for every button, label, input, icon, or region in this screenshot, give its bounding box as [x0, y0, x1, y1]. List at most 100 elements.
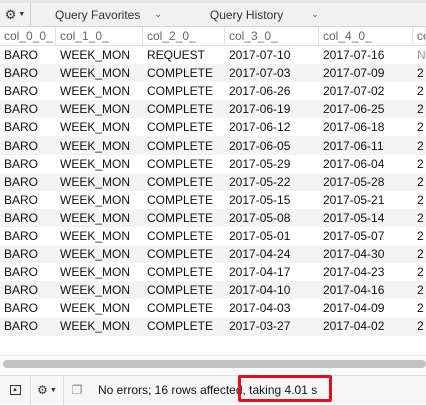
table-cell[interactable]: 2017-04-30 — [319, 247, 413, 261]
table-cell[interactable]: BARO — [0, 175, 56, 189]
table-cell[interactable]: 2 — [413, 175, 426, 189]
table-cell[interactable]: 2017-03-27 — [225, 319, 319, 333]
column-header-4[interactable]: col_4_0_ — [319, 27, 413, 45]
table-row[interactable]: BARO WEEK_MON COMPLETE 2017-06-26 2017-07-02… — [0, 82, 426, 100]
table-row[interactable]: BARO WEEK_MON COMPLETE 2017-04-10 2017-04-16… — [0, 281, 426, 300]
table-cell[interactable]: 2017-04-23 — [319, 265, 413, 279]
horizontal-scrollbar[interactable] — [0, 355, 426, 373]
table-cell[interactable]: WEEK_MON — [56, 319, 143, 333]
table-cell[interactable]: 2017-04-16 — [319, 283, 413, 297]
table-cell[interactable]: 2017-06-11 — [319, 139, 413, 153]
column-header-2[interactable]: col_2_0_ — [143, 27, 225, 45]
table-cell[interactable]: 2 — [413, 84, 426, 98]
table-cell[interactable]: 2017-07-02 — [319, 84, 413, 98]
table-row[interactable]: BARO WEEK_MON COMPLETE 2017-06-05 2017-06-11… — [0, 136, 426, 155]
table-cell[interactable]: WEEK_MON — [56, 66, 143, 80]
table-cell[interactable]: BARO — [0, 48, 56, 62]
table-cell[interactable]: COMPLETE — [143, 193, 225, 207]
table-cell[interactable]: COMPLETE — [143, 283, 225, 297]
table-cell[interactable]: COMPLETE — [143, 247, 225, 261]
table-cell[interactable]: 2 — [413, 193, 426, 207]
copy-results-button[interactable]: ❐ — [64, 376, 90, 405]
table-cell[interactable]: WEEK_MON — [56, 157, 143, 171]
table-cell[interactable]: 2017-06-12 — [225, 120, 319, 134]
table-cell[interactable]: BARO — [0, 102, 56, 116]
table-cell[interactable]: 2017-05-28 — [319, 175, 413, 189]
table-cell[interactable]: 2 — [413, 66, 426, 80]
table-cell[interactable]: WEEK_MON — [56, 229, 143, 243]
table-cell[interactable]: NULL — [413, 48, 426, 62]
table-cell[interactable]: COMPLETE — [143, 139, 225, 153]
table-cell[interactable]: WEEK_MON — [56, 48, 143, 62]
table-cell[interactable]: 2017-04-24 — [225, 247, 319, 261]
table-cell[interactable]: 2017-05-01 — [225, 229, 319, 243]
table-cell[interactable]: BARO — [0, 301, 56, 315]
table-cell[interactable]: 2017-05-15 — [225, 193, 319, 207]
table-cell[interactable]: 2 — [413, 265, 426, 279]
table-cell[interactable]: WEEK_MON — [56, 175, 143, 189]
table-cell[interactable]: WEEK_MON — [56, 265, 143, 279]
table-cell[interactable]: BARO — [0, 84, 56, 98]
table-cell[interactable]: COMPLETE — [143, 157, 225, 171]
table-cell[interactable]: BARO — [0, 283, 56, 297]
table-cell[interactable]: 2017-05-29 — [225, 157, 319, 171]
query-history-button[interactable]: Query History ⌄ — [210, 8, 319, 22]
table-cell[interactable]: 2 — [413, 247, 426, 261]
table-cell[interactable]: 2017-06-18 — [319, 120, 413, 134]
table-cell[interactable]: 2017-04-02 — [319, 319, 413, 333]
table-cell[interactable]: COMPLETE — [143, 84, 225, 98]
table-cell[interactable]: 2017-06-04 — [319, 157, 413, 171]
table-cell[interactable]: COMPLETE — [143, 66, 225, 80]
table-cell[interactable]: 2017-04-09 — [319, 301, 413, 315]
table-row[interactable]: BARO WEEK_MON COMPLETE 2017-04-24 2017-04-30… — [0, 245, 426, 264]
table-cell[interactable]: 2017-05-08 — [225, 211, 319, 225]
table-cell[interactable]: BARO — [0, 229, 56, 243]
table-cell[interactable]: COMPLETE — [143, 120, 225, 134]
table-row[interactable]: BARO WEEK_MON REQUEST 2017-07-10 2017-07-16 N… — [0, 46, 426, 64]
table-cell[interactable]: 2017-06-05 — [225, 139, 319, 153]
table-row[interactable]: BARO WEEK_MON COMPLETE 2017-04-03 2017-04-09… — [0, 299, 426, 317]
table-cell[interactable]: 2017-04-03 — [225, 301, 319, 315]
table-row[interactable]: BARO WEEK_MON COMPLETE 2017-06-19 2017-06-25… — [0, 100, 426, 119]
table-cell[interactable]: 2017-06-19 — [225, 102, 319, 116]
table-row[interactable]: BARO WEEK_MON COMPLETE 2017-07-03 2017-07-09… — [0, 64, 426, 83]
table-row[interactable]: BARO WEEK_MON COMPLETE 2017-05-15 2017-05-21… — [0, 191, 426, 209]
table-cell[interactable]: WEEK_MON — [56, 84, 143, 98]
query-favorites-button[interactable]: Query Favorites ⌄ — [55, 8, 162, 22]
table-cell[interactable]: 2017-05-21 — [319, 193, 413, 207]
table-cell[interactable]: 2017-05-22 — [225, 175, 319, 189]
table-cell[interactable]: 2017-07-10 — [225, 48, 319, 62]
settings-menu-button[interactable]: ⚙ ▼ — [0, 2, 31, 27]
table-cell[interactable]: 2 — [413, 120, 426, 134]
table-cell[interactable]: WEEK_MON — [56, 193, 143, 207]
table-row[interactable]: BARO WEEK_MON COMPLETE 2017-04-17 2017-04-23… — [0, 263, 426, 281]
table-row[interactable]: BARO WEEK_MON COMPLETE 2017-03-27 2017-04-02… — [0, 317, 426, 336]
table-cell[interactable]: BARO — [0, 211, 56, 225]
table-cell[interactable]: 2017-06-26 — [225, 84, 319, 98]
table-cell[interactable]: 2 — [413, 301, 426, 315]
table-cell[interactable]: WEEK_MON — [56, 211, 143, 225]
column-header-1[interactable]: col_1_0_ — [56, 27, 143, 45]
toggle-panel-button[interactable]: ▲ — [0, 375, 31, 405]
table-cell[interactable]: 2017-07-03 — [225, 66, 319, 80]
table-cell[interactable]: COMPLETE — [143, 319, 225, 333]
table-cell[interactable]: 2017-05-14 — [319, 211, 413, 225]
scrollbar-thumb[interactable] — [3, 360, 426, 368]
table-cell[interactable]: 2017-04-10 — [225, 283, 319, 297]
table-cell[interactable]: 2017-04-17 — [225, 265, 319, 279]
table-cell[interactable]: COMPLETE — [143, 211, 225, 225]
table-cell[interactable]: COMPLETE — [143, 265, 225, 279]
table-cell[interactable]: BARO — [0, 193, 56, 207]
table-cell[interactable]: WEEK_MON — [56, 102, 143, 116]
table-cell[interactable]: COMPLETE — [143, 102, 225, 116]
table-cell[interactable]: BARO — [0, 157, 56, 171]
table-cell[interactable]: 2 — [413, 211, 426, 225]
table-cell[interactable]: 2 — [413, 319, 426, 333]
table-row[interactable]: BARO WEEK_MON COMPLETE 2017-06-12 2017-06-18… — [0, 118, 426, 136]
table-cell[interactable]: 2 — [413, 157, 426, 171]
table-cell[interactable]: 2 — [413, 283, 426, 297]
table-row[interactable]: BARO WEEK_MON COMPLETE 2017-05-22 2017-05-28… — [0, 172, 426, 191]
table-cell[interactable]: 2017-06-25 — [319, 102, 413, 116]
table-cell[interactable]: BARO — [0, 247, 56, 261]
table-cell[interactable]: BARO — [0, 265, 56, 279]
